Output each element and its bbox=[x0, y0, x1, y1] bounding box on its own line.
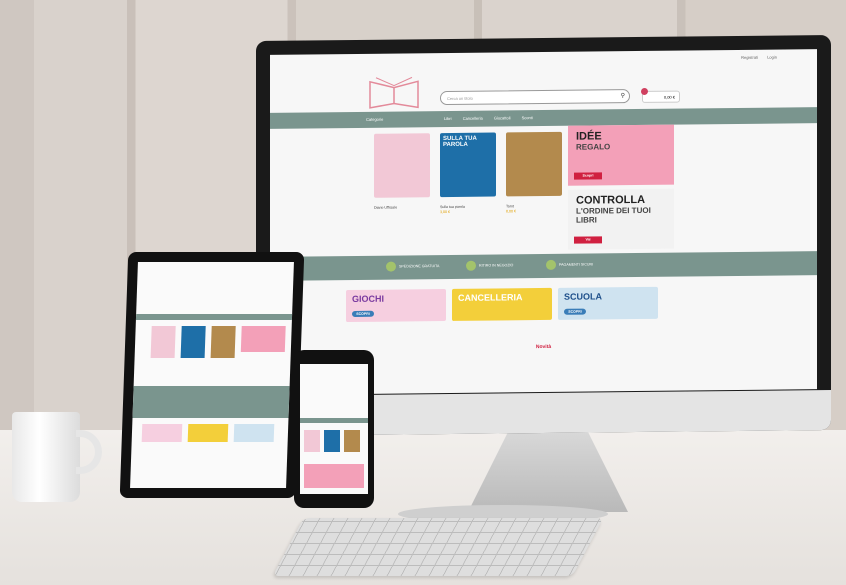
phone-nav bbox=[300, 418, 368, 423]
promo-button[interactable]: Vai bbox=[574, 236, 602, 244]
promo-button[interactable]: Scopri bbox=[574, 172, 602, 180]
nav-link-cancelleria[interactable]: Cancelleria bbox=[463, 116, 483, 121]
nav-link-sconti[interactable]: Sconti bbox=[522, 115, 533, 120]
keyboard bbox=[272, 518, 604, 576]
product-title: Diario Ufficiale bbox=[374, 205, 398, 210]
featured-section: Diario Ufficiale SULLA TUA PAROLA Sulla … bbox=[270, 123, 817, 257]
category-tile-scuola[interactable]: SCUOLA SCOPRI bbox=[558, 286, 658, 320]
product-cover bbox=[506, 131, 562, 197]
category-tile-giochi[interactable]: GIOCHI SCOPRI bbox=[346, 289, 446, 323]
tablet-screen bbox=[130, 262, 294, 488]
feature-item: PAGAMENTI SICURI bbox=[546, 259, 593, 270]
tablet-device bbox=[119, 252, 305, 498]
order-check-banner[interactable]: CONTROLLA L'ORDINE DEI TUOI LIBRI Vai bbox=[568, 188, 674, 250]
cart-total: 0,00 € bbox=[663, 94, 675, 100]
store-icon bbox=[466, 260, 476, 271]
monitor-screen: Registrati Login Cerca un titolo ⚲ 0,00 … bbox=[270, 49, 817, 395]
tablet-product-cover bbox=[150, 326, 176, 358]
promo-title: CONTROLLA bbox=[576, 193, 646, 207]
tablet-category-tile bbox=[141, 424, 183, 442]
category-tile-cancelleria[interactable]: CANCELLERIA bbox=[452, 287, 552, 321]
product-card[interactable]: Diario Ufficiale bbox=[374, 133, 430, 211]
feature-item: SPEDIZIONE GRATUITA bbox=[386, 261, 439, 272]
category-tiles: GIOCHI SCOPRI CANCELLERIA SCUOLA SCOPRI bbox=[270, 275, 817, 337]
tablet-category-tile bbox=[233, 424, 275, 442]
search-icon[interactable]: ⚲ bbox=[621, 93, 625, 99]
book-logo-icon[interactable] bbox=[366, 73, 422, 110]
cart-badge bbox=[641, 87, 648, 95]
white-mug bbox=[12, 412, 80, 502]
discover-button[interactable]: SCOPRI bbox=[352, 310, 374, 318]
login-link[interactable]: Login bbox=[767, 55, 777, 60]
product-price: 8,00 € bbox=[506, 209, 516, 214]
nav-links: Libri Cancelleria Giocattoli Sconti bbox=[444, 110, 543, 127]
discover-button[interactable]: SCOPRI bbox=[564, 308, 586, 315]
search-placeholder: Cerca un titolo bbox=[447, 95, 473, 102]
truck-icon bbox=[386, 261, 396, 272]
categories-menu[interactable]: Categorie bbox=[366, 112, 383, 128]
search-input[interactable]: Cerca un titolo ⚲ bbox=[440, 89, 630, 106]
phone-screen bbox=[300, 364, 368, 494]
promo-title: IDÉE bbox=[576, 130, 602, 143]
phone-promo bbox=[304, 464, 364, 488]
tablet-nav bbox=[135, 314, 293, 320]
tablet-product-cover bbox=[180, 326, 206, 358]
phone-product-cover bbox=[304, 430, 320, 452]
phone-product-cover bbox=[344, 430, 360, 452]
tablet-category-tile bbox=[187, 424, 229, 442]
product-card[interactable]: SULLA TUA PAROLA Sulla tua parola 3,00 € bbox=[440, 132, 496, 215]
site-header: Cerca un titolo ⚲ 0,00 € bbox=[270, 65, 817, 113]
phone-product-cover bbox=[324, 430, 340, 452]
product-card[interactable]: Tarot 8,00 € bbox=[506, 131, 562, 215]
register-link[interactable]: Registrati bbox=[741, 55, 758, 60]
nav-link-giocattoli[interactable]: Giocattoli bbox=[494, 115, 511, 120]
promo-subtitle: L'ORDINE DEI TUOI LIBRI bbox=[576, 205, 651, 225]
tablet-product-cover bbox=[210, 326, 236, 358]
tablet-promo bbox=[240, 326, 286, 352]
tablet-features-band bbox=[132, 386, 290, 418]
nav-link-libri[interactable]: Libri bbox=[444, 116, 452, 121]
smartphone-device bbox=[294, 350, 374, 508]
gift-ideas-banner[interactable]: IDÉE REGALO Scopri bbox=[568, 124, 674, 186]
cart-button[interactable]: 0,00 € bbox=[641, 87, 680, 103]
lock-icon bbox=[546, 259, 556, 270]
product-cover: SULLA TUA PAROLA bbox=[440, 132, 496, 198]
promo-subtitle: REGALO bbox=[576, 142, 611, 152]
feature-item: RITIRO IN NEGOZIO bbox=[466, 260, 513, 271]
product-price: 3,00 € bbox=[440, 209, 450, 215]
product-cover bbox=[374, 133, 430, 198]
